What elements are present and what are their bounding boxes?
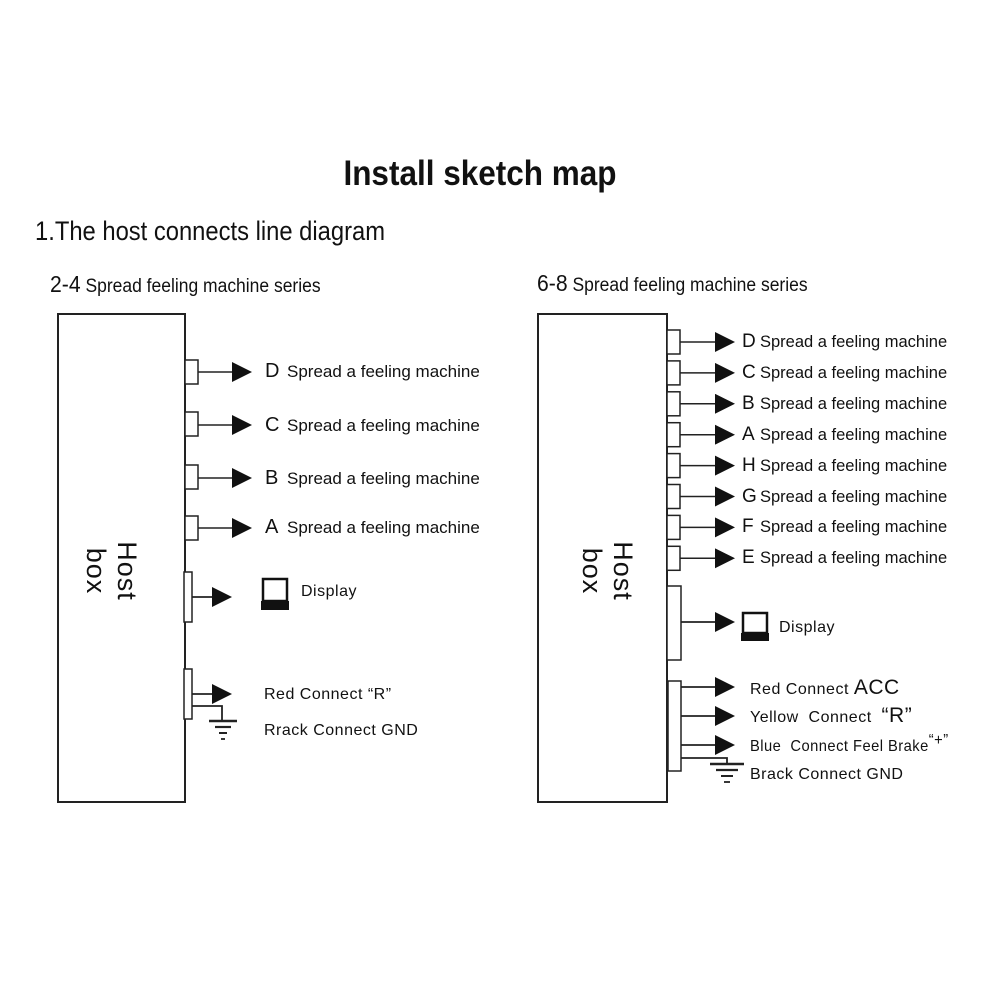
port-letter: B bbox=[265, 467, 279, 489]
connector-b bbox=[184, 464, 252, 490]
connector-f bbox=[666, 514, 735, 541]
wire-label-red: Red Connect “R” bbox=[264, 686, 392, 703]
output-label-b: B Spread a feeling machine bbox=[742, 393, 947, 415]
port-text: Spread a feeling machine bbox=[760, 456, 948, 475]
port-letter: E bbox=[742, 547, 755, 569]
output-label-c: C Spread a feeling machine bbox=[265, 414, 480, 437]
port-letter: C bbox=[742, 361, 756, 383]
wire-text: Blue Connect Feel Brake bbox=[750, 738, 929, 755]
connector-power bbox=[183, 668, 232, 720]
wire-target: ACC bbox=[853, 676, 900, 699]
connector-d bbox=[666, 329, 735, 355]
output-label-a: A Spread a feeling machine bbox=[265, 516, 480, 539]
wire-text: Yellow Connect bbox=[750, 709, 882, 726]
port-letter: D bbox=[265, 360, 280, 382]
port-text: Spread a feeling machine bbox=[760, 333, 948, 351]
port-letter: A bbox=[742, 423, 755, 445]
output-label-g: G Spread a feeling machine bbox=[742, 486, 947, 508]
port-letter: H bbox=[742, 454, 756, 476]
output-label-a: A Spread a feeling machine bbox=[742, 424, 947, 446]
port-text: Spread a feeling machine bbox=[760, 394, 948, 413]
connector-g bbox=[666, 483, 735, 510]
wire-target: “R” bbox=[881, 704, 913, 727]
output-label-c: C Spread a feeling machine bbox=[742, 362, 947, 384]
port-letter: F bbox=[742, 516, 754, 538]
connector-power-right bbox=[667, 677, 735, 772]
wire-label-blue: Blue Connect Feel Brake“+” bbox=[750, 732, 949, 756]
port-text: Spread a feeling machine bbox=[760, 518, 948, 537]
port-letter: A bbox=[265, 516, 279, 538]
monitor-icon-right bbox=[741, 611, 769, 641]
port-letter: G bbox=[742, 485, 757, 507]
port-text: Spread a feeling machine bbox=[287, 469, 480, 488]
ground-icon-left bbox=[209, 719, 237, 740]
connector-c bbox=[184, 411, 252, 437]
connector-d bbox=[184, 359, 252, 385]
wire-text: Brack Connect GND bbox=[750, 766, 904, 783]
wire-label-yellow: Yellow Connect “R” bbox=[750, 704, 912, 728]
right-connectors bbox=[666, 329, 735, 572]
connector-display bbox=[183, 571, 232, 623]
output-label-d: D Spread a feeling machine bbox=[265, 360, 480, 383]
connector-display-right bbox=[666, 585, 735, 661]
port-letter: B bbox=[742, 392, 755, 414]
output-label-e: E Spread a feeling machine bbox=[742, 547, 947, 569]
output-label-f: F Spread a feeling machine bbox=[742, 516, 947, 538]
wire-label-ground-right: Brack Connect GND bbox=[750, 766, 903, 784]
port-letter: C bbox=[265, 414, 280, 436]
port-text: Spread a feeling machine bbox=[287, 518, 480, 537]
port-text: Spread a feeling machine bbox=[287, 362, 480, 381]
display-label-right: Display bbox=[779, 619, 835, 636]
wire-label-red-acc: Red Connect ACC bbox=[750, 676, 900, 700]
connector-b bbox=[666, 391, 735, 417]
port-text: Spread a feeling machine bbox=[760, 363, 948, 382]
wire-target: “+” bbox=[928, 732, 949, 749]
wire-label-ground: Rrack Connect GND bbox=[264, 722, 419, 739]
port-text: Spread a feeling machine bbox=[760, 425, 948, 444]
wire-text: Red Connect bbox=[750, 681, 854, 698]
output-label-h: H Spread a feeling machine bbox=[742, 455, 947, 477]
port-text: Spread a feeling machine bbox=[287, 416, 480, 435]
connector-c bbox=[666, 360, 735, 386]
port-text: Spread a feeling machine bbox=[760, 549, 948, 568]
output-label-b: B Spread a feeling machine bbox=[265, 467, 480, 490]
display-label-left: Display bbox=[301, 583, 357, 600]
output-label-d: D Spread a feeling machine bbox=[742, 331, 947, 353]
port-text: Spread a feeling machine bbox=[760, 487, 948, 506]
connector-e bbox=[666, 545, 735, 572]
monitor-icon-left bbox=[261, 577, 289, 610]
left-connectors bbox=[183, 359, 252, 720]
connector-a bbox=[184, 515, 252, 541]
connector-a bbox=[666, 421, 735, 448]
port-letter: D bbox=[742, 331, 756, 352]
connector-h bbox=[666, 452, 735, 479]
ground-icon-right bbox=[710, 762, 744, 783]
